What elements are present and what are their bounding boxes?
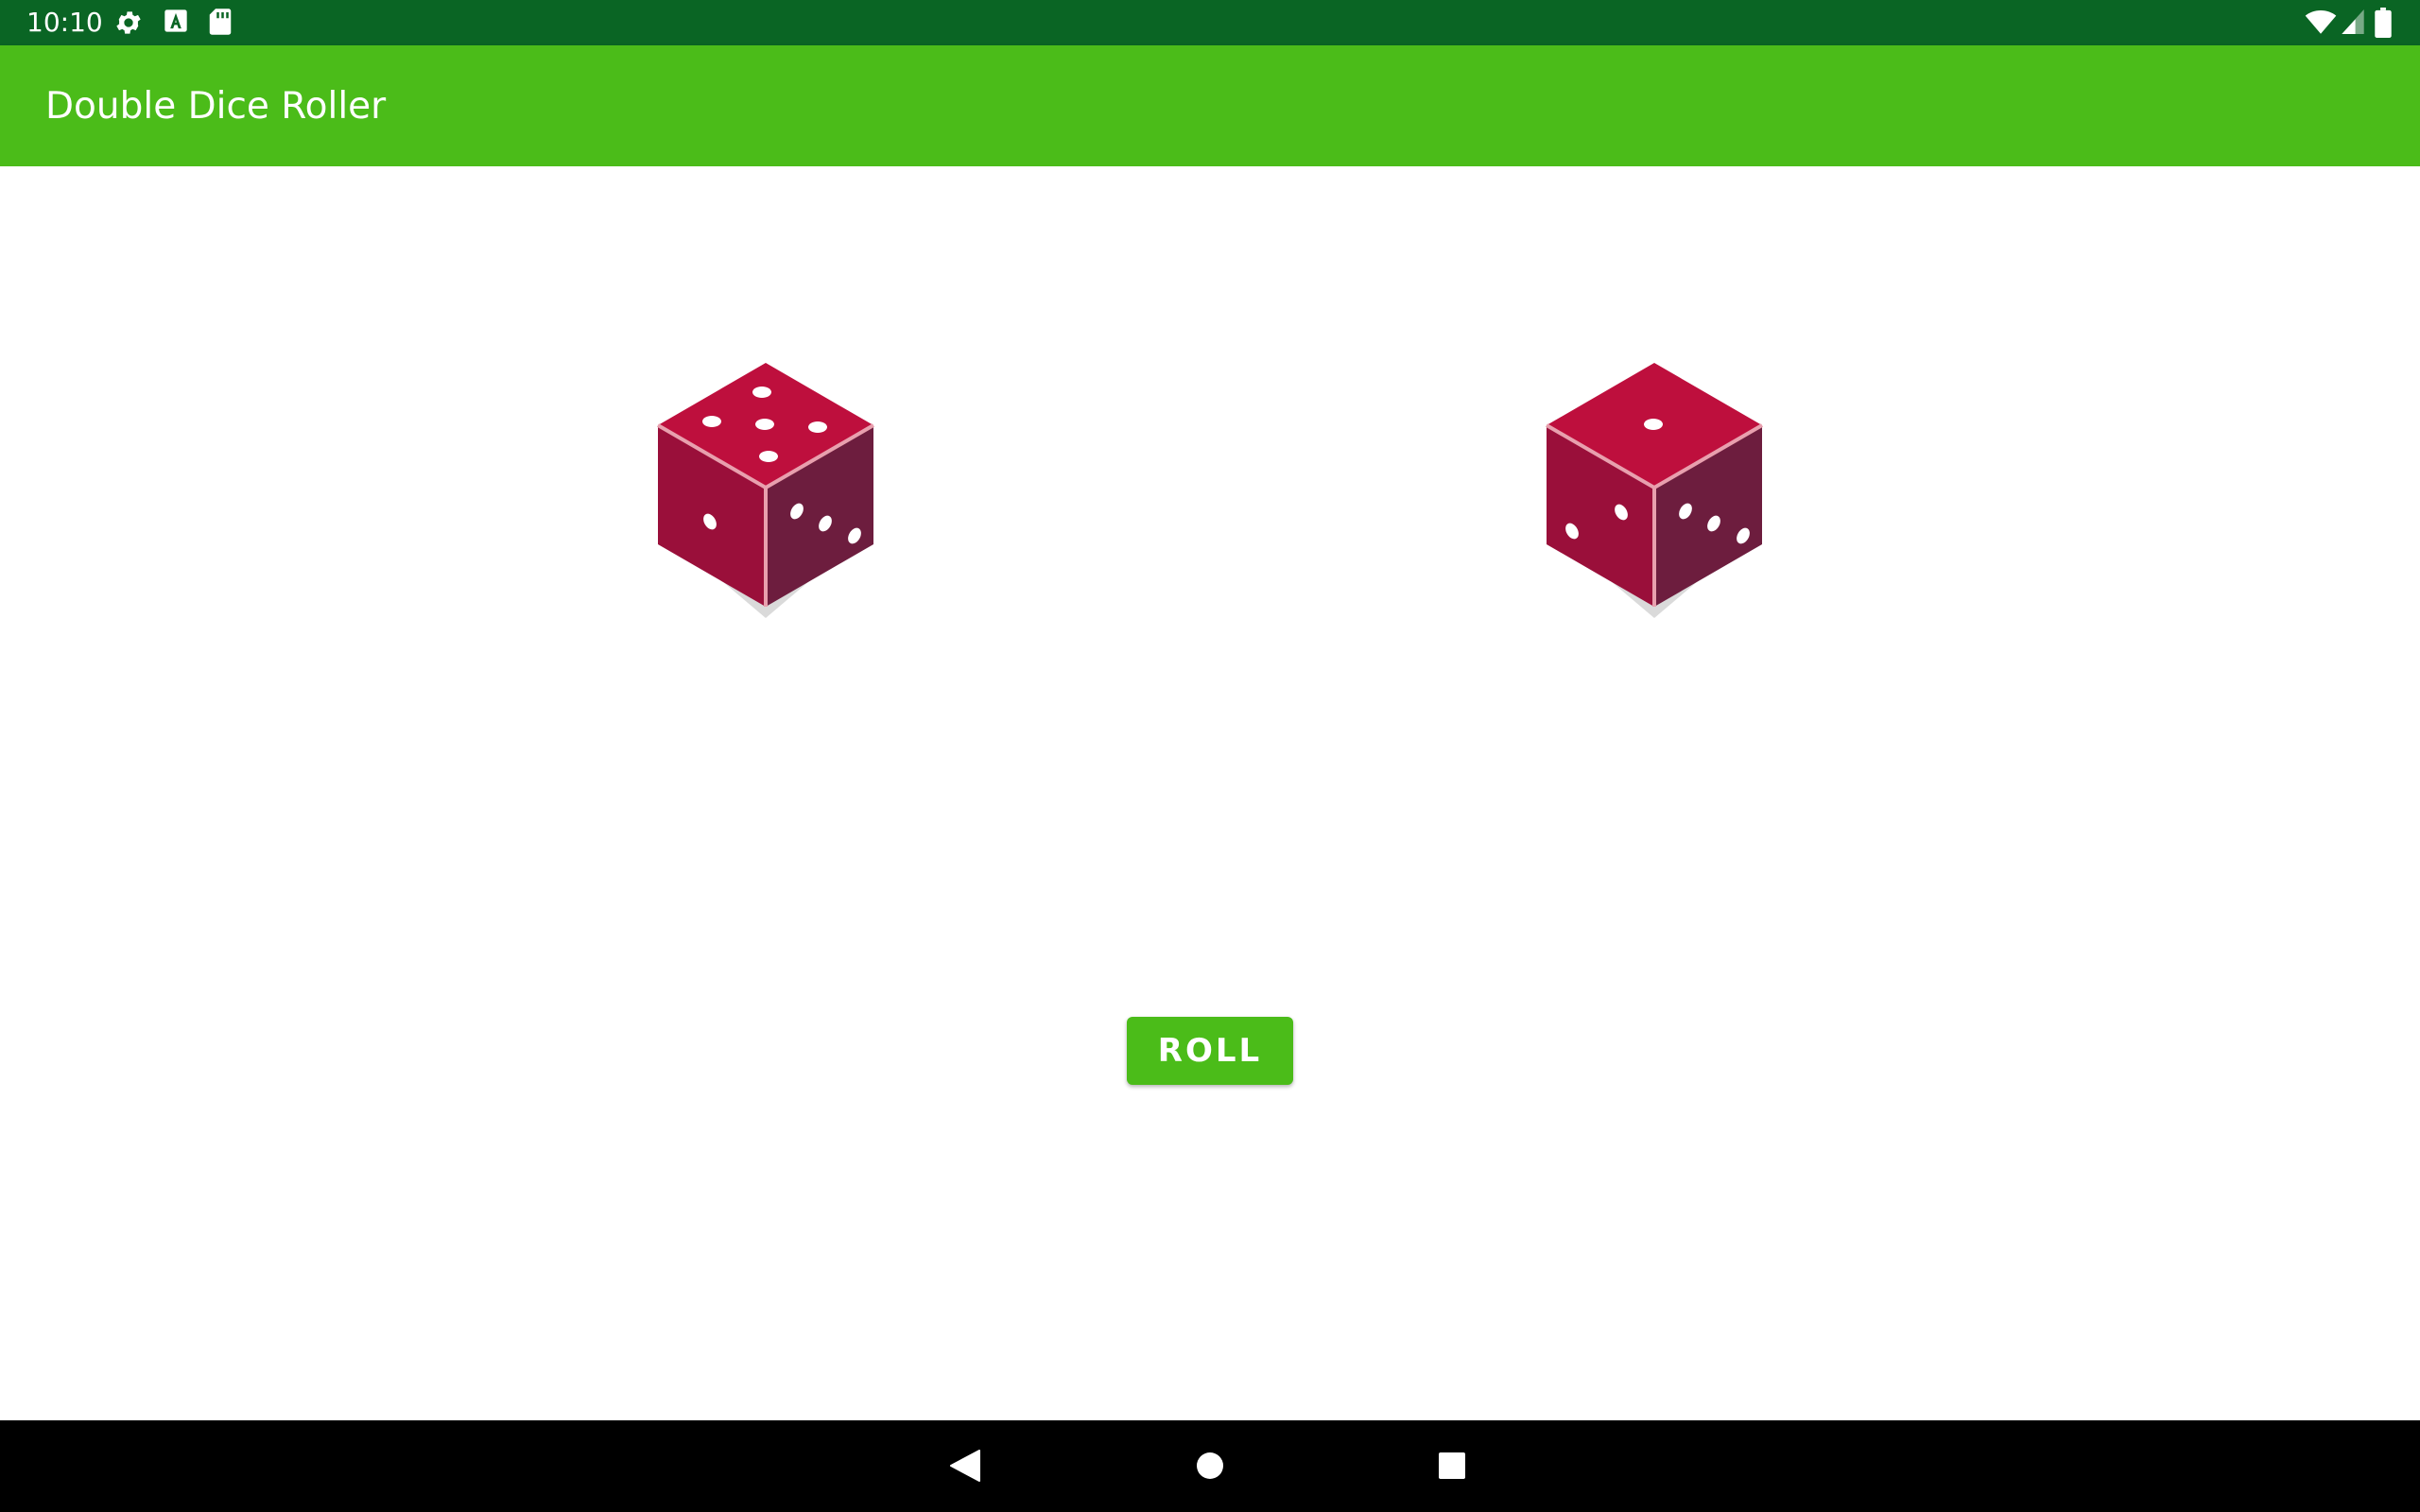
app-title: Double Dice Roller [45, 85, 387, 128]
app-bar: Double Dice Roller [0, 45, 2420, 166]
roll-button[interactable]: ROLL [1127, 1017, 1293, 1085]
cell-signal-icon [2341, 8, 2365, 40]
wifi-icon [2305, 8, 2337, 40]
gear-icon [113, 8, 144, 42]
battery-icon [2375, 8, 2392, 42]
main-content: ROLL [0, 166, 2420, 1420]
nav-bar [0, 1420, 2420, 1512]
die-1 [638, 361, 893, 644]
back-icon[interactable] [949, 1449, 981, 1486]
status-bar: 10:10 [0, 0, 2420, 45]
die-top-pips [1644, 419, 1663, 430]
status-time: 10:10 [26, 7, 103, 38]
home-icon[interactable] [1195, 1449, 1225, 1486]
font-a-icon [163, 8, 189, 38]
recents-icon[interactable] [1437, 1449, 1467, 1486]
die-2 [1527, 361, 1782, 644]
sd-card-icon [208, 8, 233, 40]
